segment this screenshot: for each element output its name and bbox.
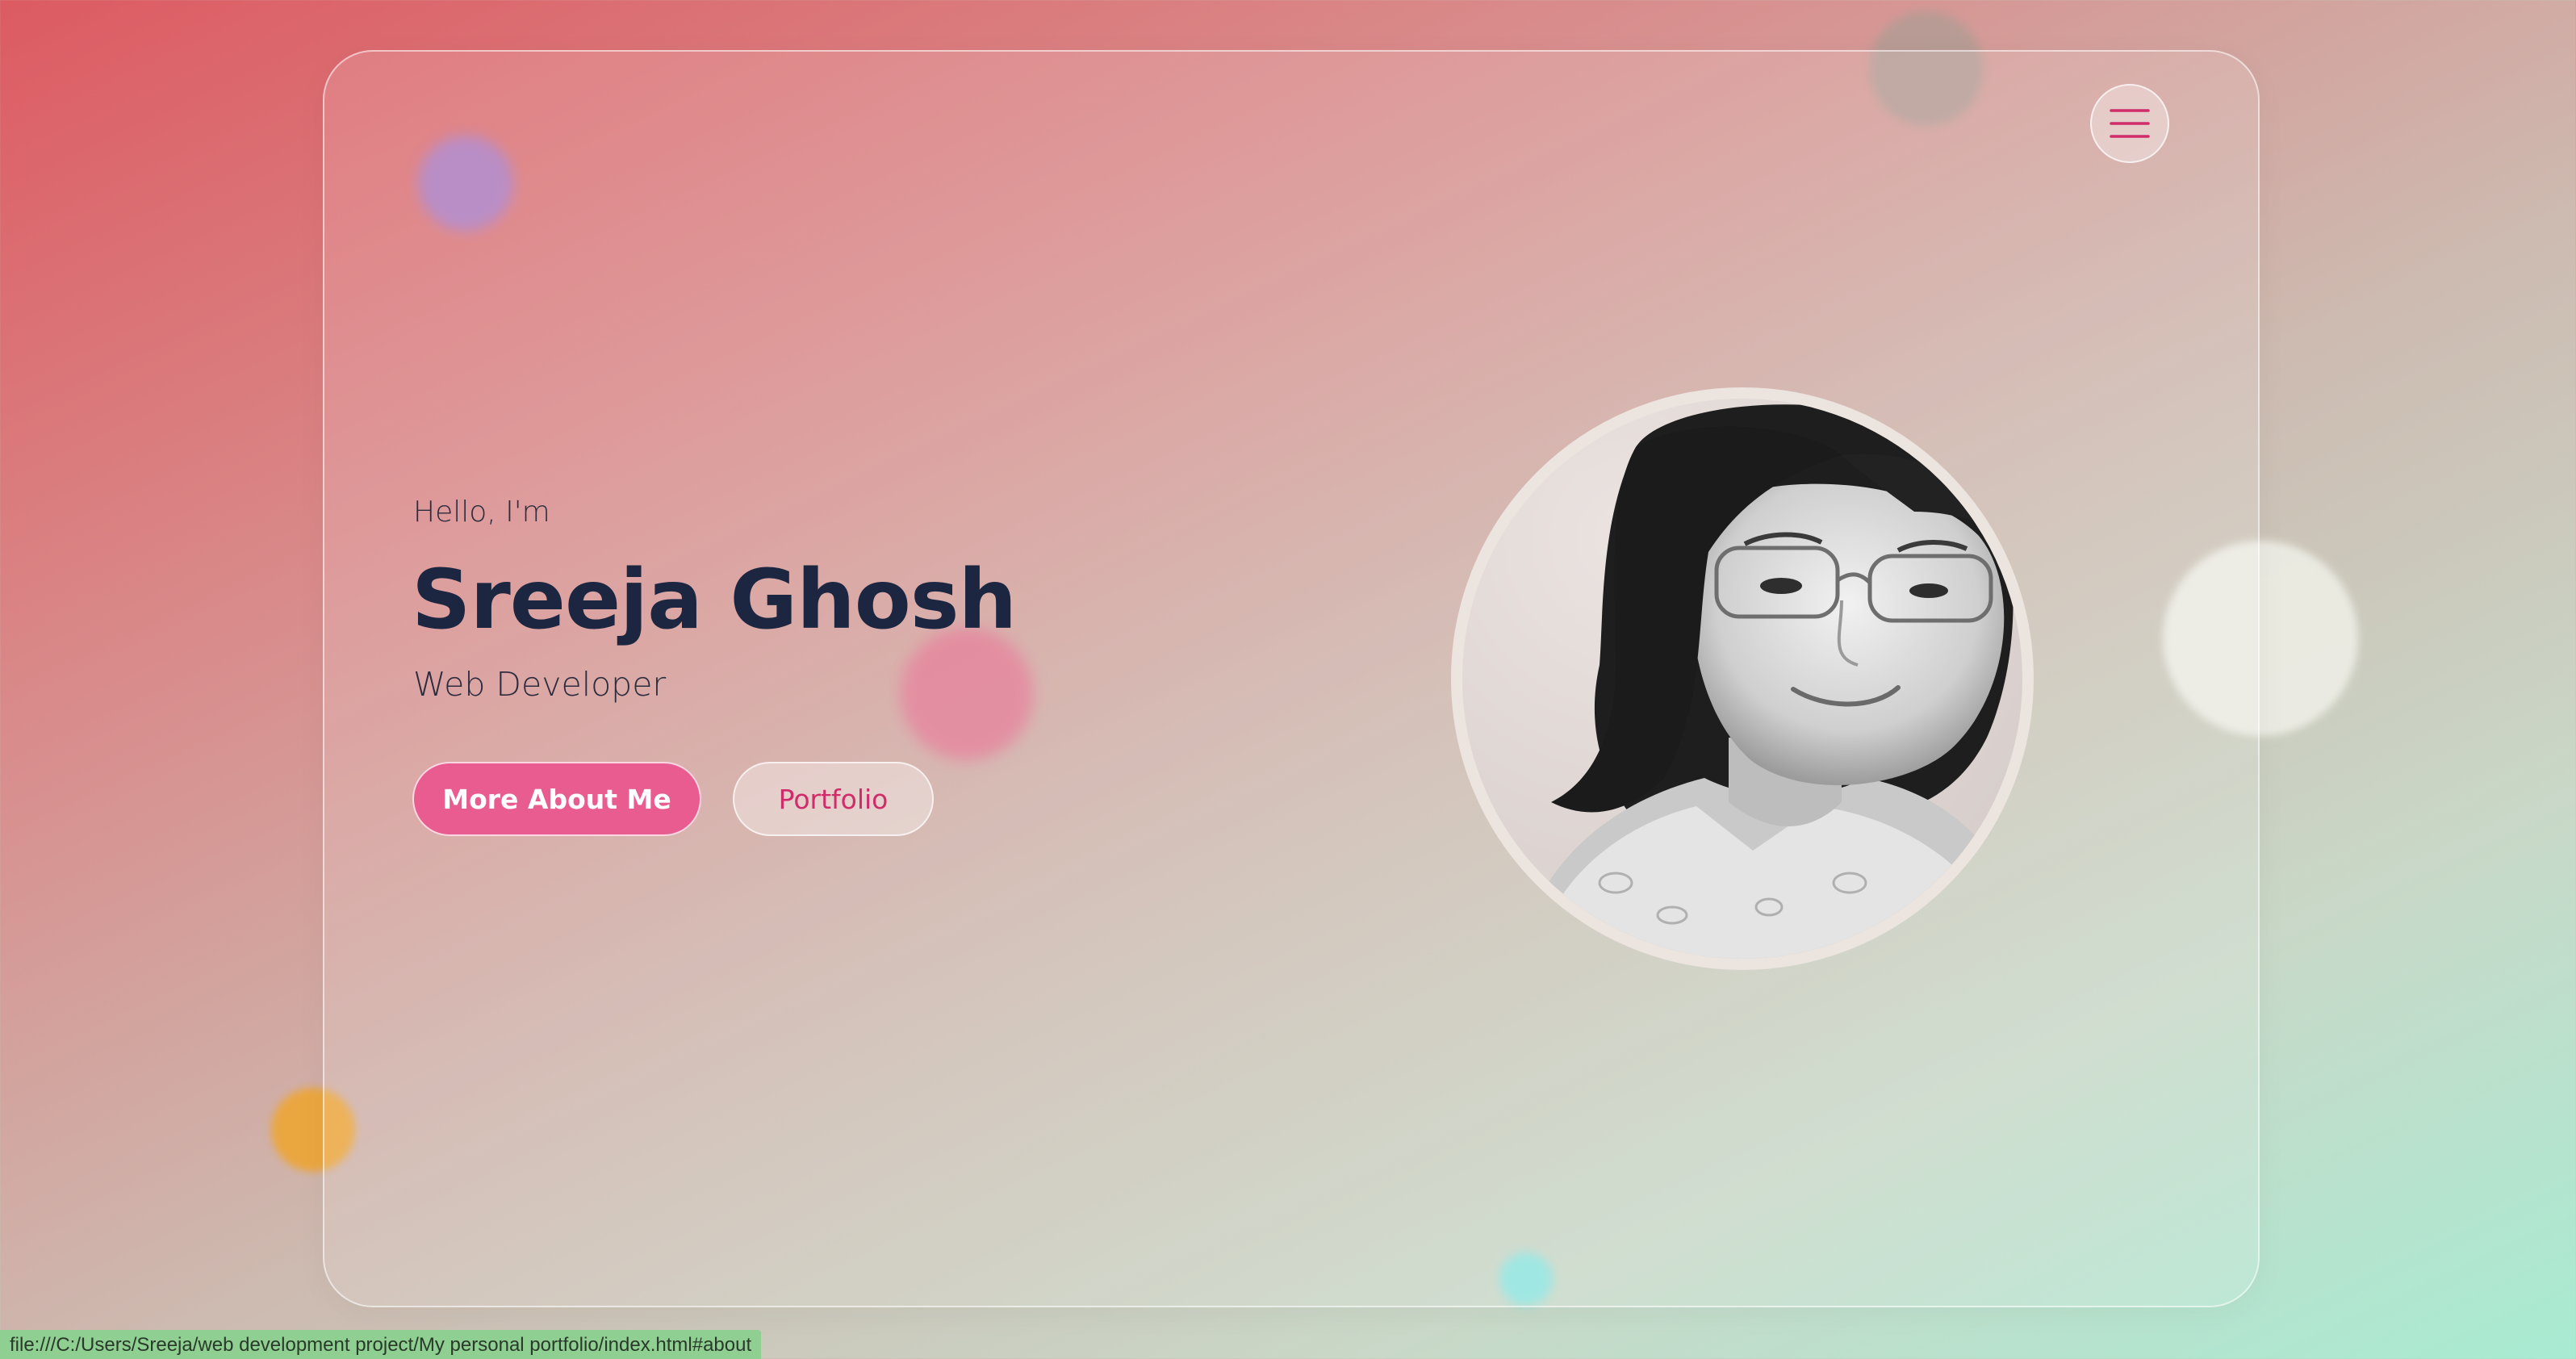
more-about-me-button[interactable]: More About Me: [412, 762, 701, 836]
hero-role: Web Developer: [413, 665, 667, 704]
menu-button[interactable]: [2090, 84, 2169, 163]
hamburger-menu-icon: [2110, 109, 2150, 138]
profile-photo: [1451, 387, 2034, 970]
browser-status-bar: file:///C:/Users/Sreeja/web development …: [0, 1330, 762, 1359]
portfolio-button[interactable]: Portfolio: [733, 762, 934, 836]
hero-greeting: Hello, I'm: [413, 496, 550, 529]
hero-name: Sreeja Ghosh: [412, 552, 1017, 648]
profile-photo-illustration: [1462, 399, 2022, 959]
